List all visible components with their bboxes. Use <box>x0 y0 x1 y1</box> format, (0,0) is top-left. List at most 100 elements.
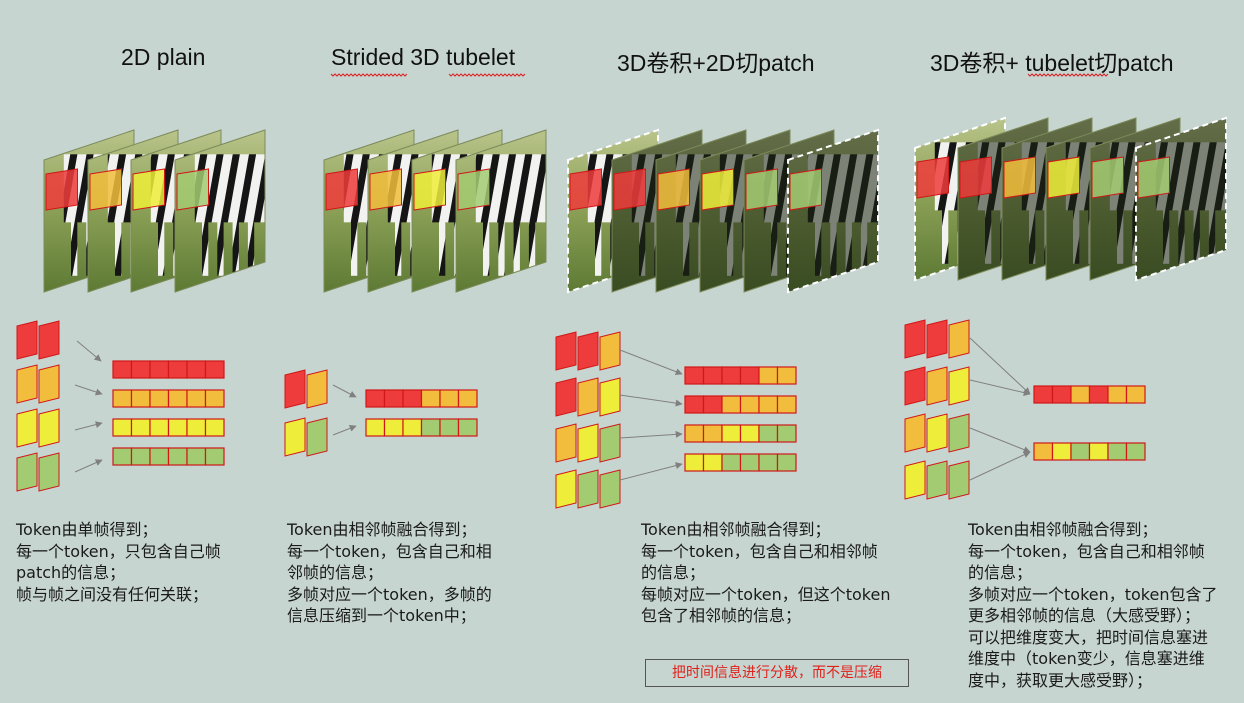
frame-patch <box>1003 156 1036 199</box>
patch-tile <box>904 319 926 359</box>
token-cell <box>702 366 723 385</box>
squiggle-underline <box>448 73 526 77</box>
token-row <box>1033 385 1146 404</box>
arrow <box>969 379 1031 396</box>
patch-tile <box>948 366 970 406</box>
patch-tile <box>948 413 970 453</box>
token-row <box>684 395 797 414</box>
patch-tile <box>284 417 306 457</box>
patch-tile <box>948 460 970 500</box>
token-cell <box>721 395 742 414</box>
squiggle-underline <box>1027 73 1109 77</box>
zebra-leg <box>232 211 239 276</box>
patch-tile <box>577 331 599 371</box>
patch-tile <box>555 423 577 463</box>
zebra-leg <box>513 211 520 276</box>
patch-tile <box>284 369 306 409</box>
token-cell <box>702 424 723 443</box>
token-cell <box>167 418 188 437</box>
token-cell <box>1051 442 1072 461</box>
token-cell <box>112 447 133 466</box>
frame-patch <box>1047 156 1080 199</box>
zebra-leg <box>217 211 224 276</box>
token-cell <box>383 418 404 437</box>
zebra-leg <box>115 211 122 276</box>
frame-patch <box>45 168 78 211</box>
token-cell <box>457 418 478 437</box>
patch-tile <box>577 469 599 509</box>
description-3d-conv-tubelet-patch: Token由相邻帧融合得到； 每一个token，包含自己和相邻帧 的信息； 多帧… <box>968 520 1218 690</box>
token-cell <box>204 418 225 437</box>
arrow <box>969 451 1031 481</box>
token-row <box>365 418 478 437</box>
token-cell <box>420 418 441 437</box>
zebra-leg <box>942 199 949 264</box>
description-3d-conv-2d-patch: Token由相邻帧融合得到； 每一个token，包含自己和相邻帧 的信息； 每帧… <box>641 520 891 625</box>
frame-patch-groups <box>16 319 970 509</box>
token-cell <box>204 447 225 466</box>
token-cell <box>457 389 478 408</box>
token-row <box>684 366 797 385</box>
token-cell <box>149 360 170 379</box>
arrow <box>76 340 102 362</box>
token-cell <box>149 447 170 466</box>
arrow <box>74 459 103 473</box>
token-cell <box>167 447 188 466</box>
squiggle-underlines <box>330 73 1109 77</box>
token-cell <box>149 418 170 437</box>
patch-tile <box>599 377 621 417</box>
patch-tile <box>926 319 948 359</box>
token-cell <box>130 418 151 437</box>
zebra-leg <box>498 211 505 276</box>
token-cell <box>439 418 460 437</box>
patch-tile <box>926 460 948 500</box>
token-cell <box>684 395 705 414</box>
patch-tile <box>38 452 60 492</box>
patch-tile <box>926 366 948 406</box>
token-cell <box>130 360 151 379</box>
patch-tile <box>904 460 926 500</box>
patch-tile <box>555 469 577 509</box>
token-cell <box>1107 442 1128 461</box>
frame-patch <box>657 168 690 211</box>
token-cell <box>112 389 133 408</box>
token-row <box>684 424 797 443</box>
token-cell <box>739 395 760 414</box>
token-cell <box>776 366 797 385</box>
token-cell <box>721 366 742 385</box>
token-row <box>1033 442 1146 461</box>
token-cell <box>204 389 225 408</box>
frame-patch <box>176 168 209 211</box>
zebra-leg <box>483 211 490 276</box>
token-cell <box>1088 385 1109 404</box>
token-cell <box>149 389 170 408</box>
token-cell <box>420 389 441 408</box>
frame-patch <box>1137 156 1170 199</box>
token-cell <box>776 395 797 414</box>
frame-patch <box>325 168 358 211</box>
note-box: 把时间信息进行分散，而不是压缩 <box>645 659 909 687</box>
patch-tile <box>599 331 621 371</box>
token-cell <box>402 418 423 437</box>
token-cell <box>684 424 705 443</box>
arrow <box>74 421 103 431</box>
token-cell <box>739 453 760 472</box>
token-cell <box>739 424 760 443</box>
frame-patch <box>613 168 646 211</box>
description-2d-plain: Token由单帧得到； 每一个token，只包含自己帧 patch的信息； 帧与… <box>16 520 221 604</box>
zebra-leg <box>202 211 209 276</box>
token-cell <box>186 389 207 408</box>
patch-tile <box>306 417 328 457</box>
token-cell <box>758 424 779 443</box>
patch-tile <box>599 423 621 463</box>
token-cell <box>186 418 207 437</box>
token-cell <box>1107 385 1128 404</box>
zebra-leg <box>395 211 402 276</box>
token-cell <box>130 447 151 466</box>
token-cell <box>383 389 404 408</box>
token-cell <box>1051 385 1072 404</box>
token-cell <box>439 389 460 408</box>
frame-stacks <box>43 116 1227 294</box>
zebra-leg <box>439 211 446 276</box>
frame-patch <box>745 168 778 211</box>
